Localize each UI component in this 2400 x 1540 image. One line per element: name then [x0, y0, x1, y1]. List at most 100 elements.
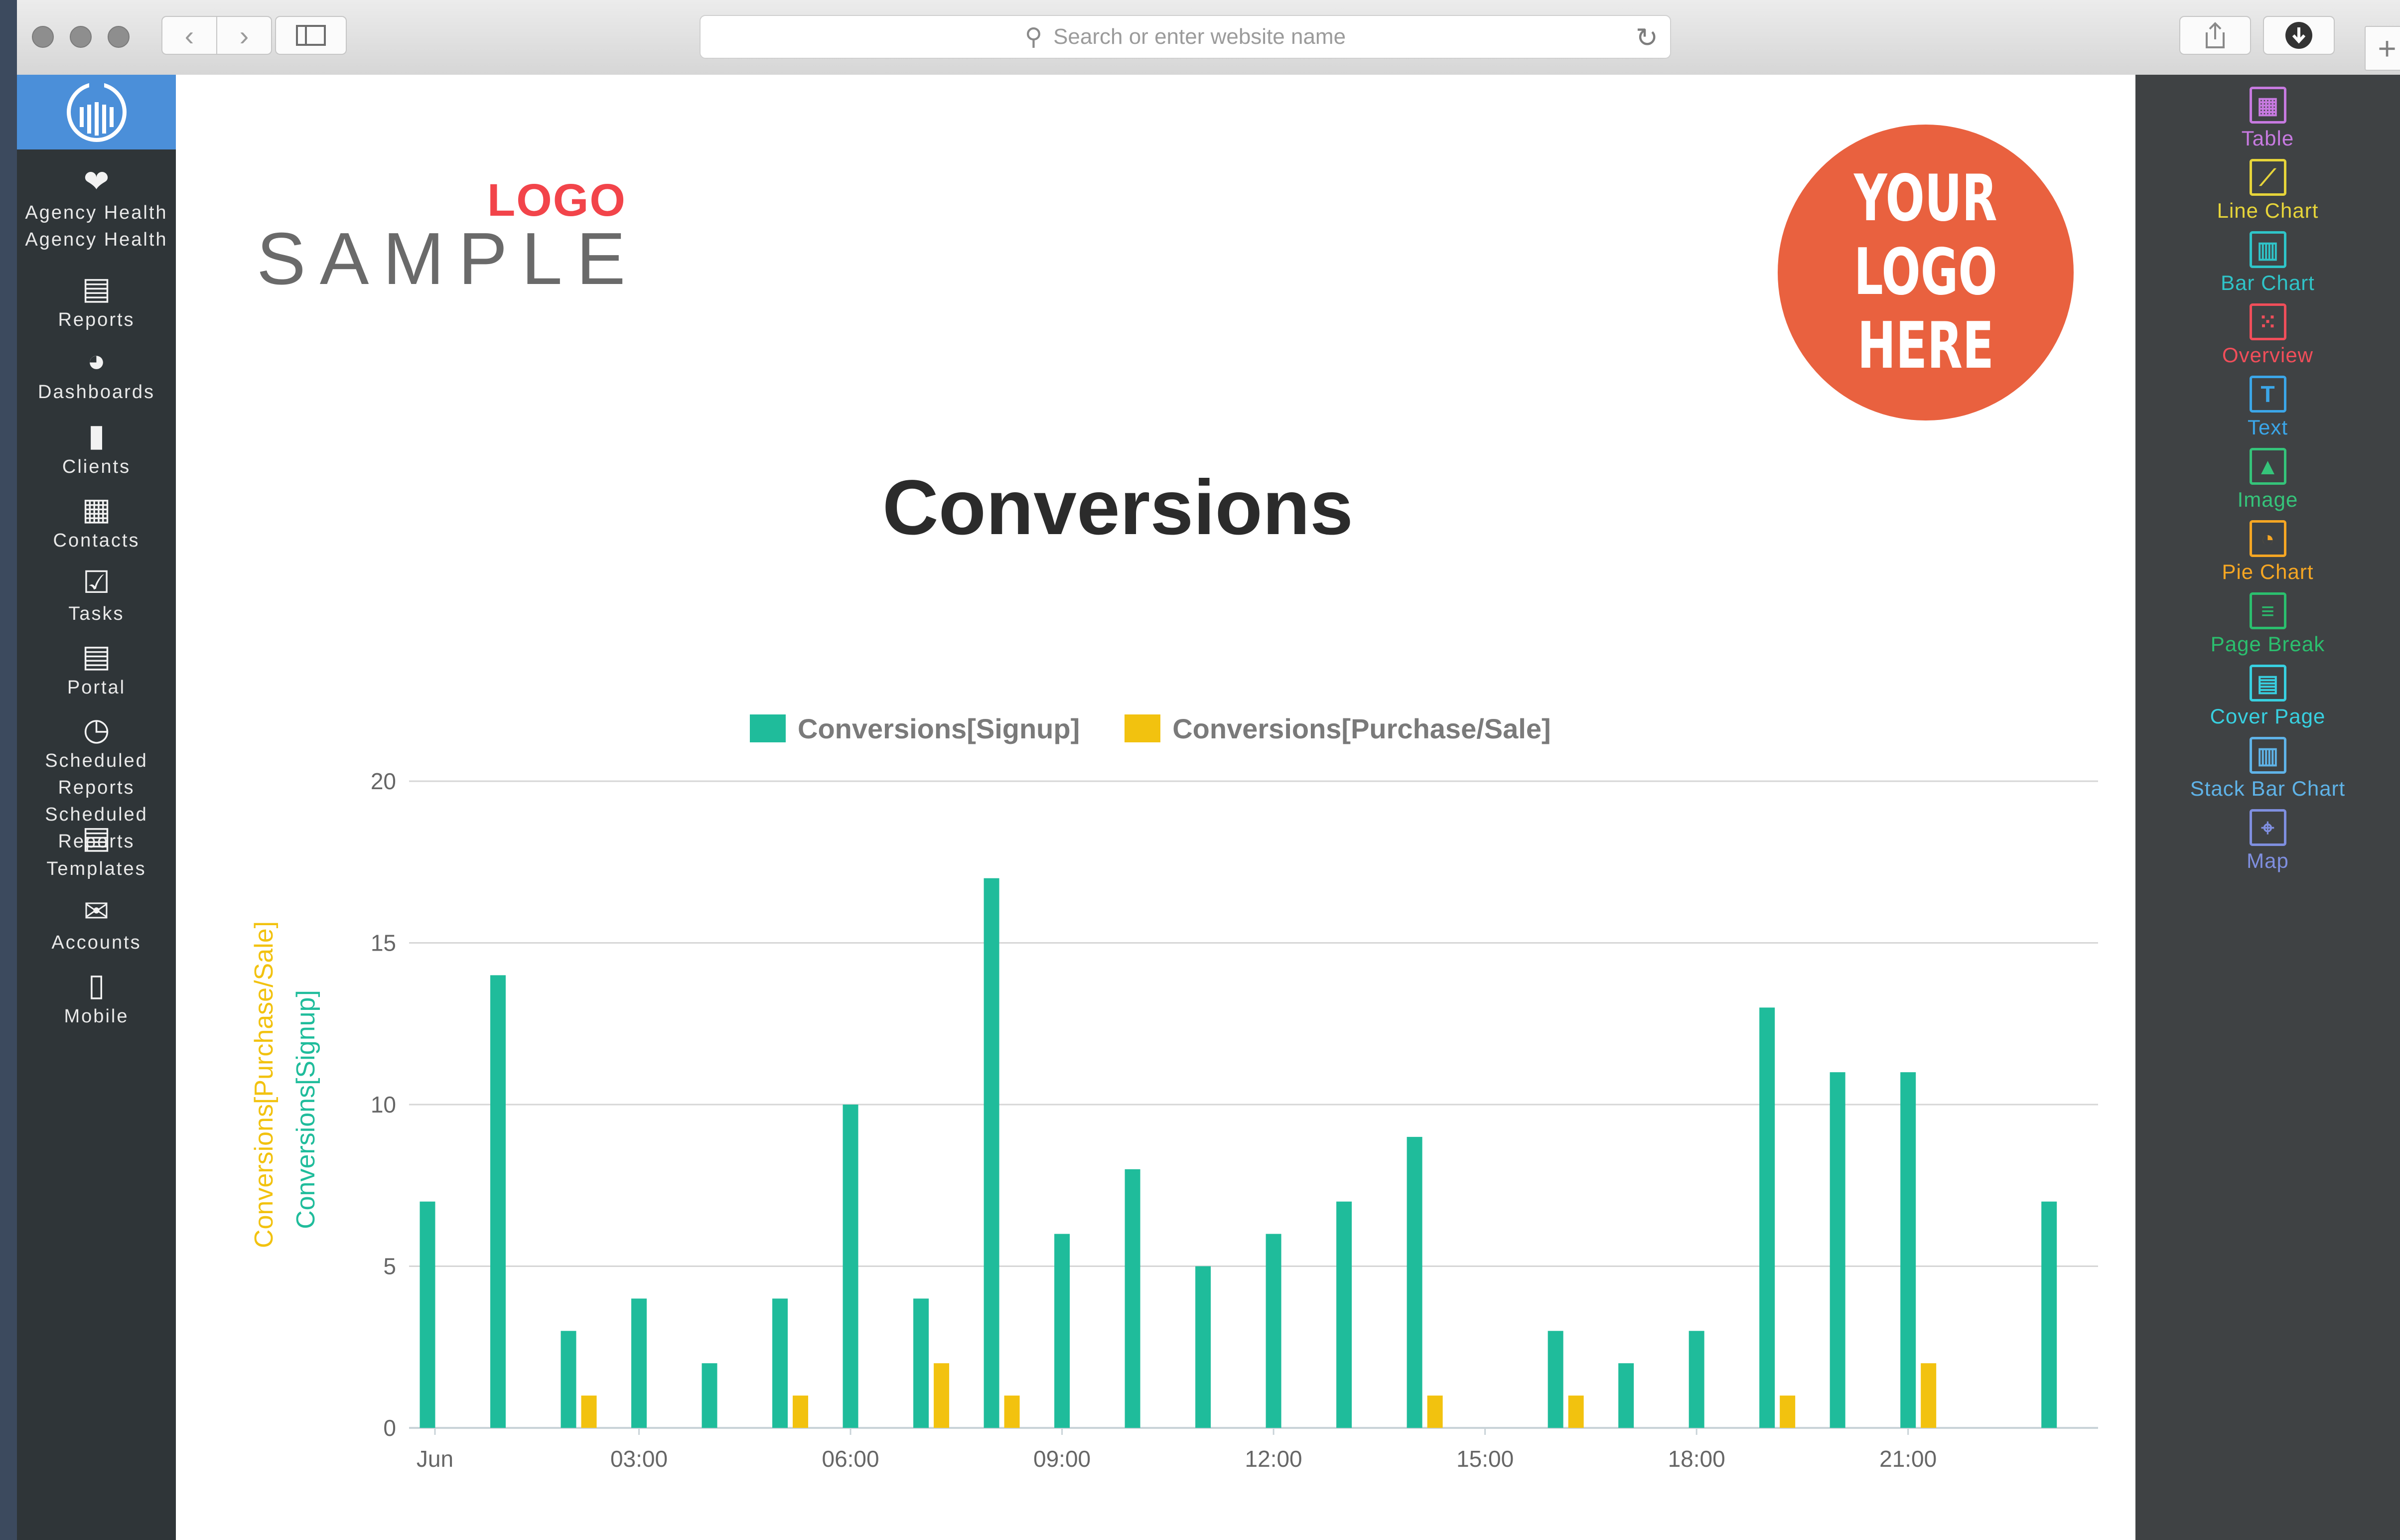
zoom-window-button[interactable]	[108, 26, 130, 48]
sidebar-item-portal[interactable]: ▤ Portal	[17, 639, 176, 701]
conversions-bar-chart: 0 5 10 15 20 Jun 03:00 06:00 09:00 12:00 15:00 18:0…	[250, 768, 2098, 1472]
sidebar-item-label: Portal	[67, 677, 126, 698]
y-axis-title-signup: Conversions[Signup]	[291, 990, 320, 1229]
bar-chart-icon: ▥	[2249, 231, 2286, 268]
y-tick-label: 15	[371, 930, 396, 956]
forward-button[interactable]: ›	[216, 16, 272, 55]
heart-icon: ❤	[83, 164, 110, 199]
y-tick-label: 10	[371, 1092, 396, 1118]
palette-item-line-chart[interactable]: ⟋ Line Chart	[2135, 159, 2400, 224]
palette-item-label: Stack Bar Chart	[2190, 777, 2346, 800]
close-window-button[interactable]	[32, 26, 54, 48]
sidebar-toggle-button[interactable]	[275, 16, 347, 55]
bar-signup	[1336, 1201, 1352, 1428]
palette-item-overview[interactable]: ⁙ Overview	[2135, 303, 2400, 368]
minimize-window-button[interactable]	[70, 26, 92, 48]
bar-purchase	[1427, 1396, 1443, 1428]
bar-purchase	[1921, 1363, 1937, 1428]
palette-item-bar-chart[interactable]: ▥ Bar Chart	[2135, 231, 2400, 296]
browser-toolbar: ‹ › ⚲ Search or enter website name ↻ +	[17, 0, 2400, 76]
bar-purchase	[934, 1363, 950, 1428]
address-placeholder: Search or enter website name	[1053, 24, 1346, 49]
bar-signup	[1759, 1007, 1775, 1428]
bar-signup	[702, 1363, 717, 1428]
table-icon: ▦	[2249, 87, 2286, 124]
palette-item-label: Overview	[2222, 343, 2314, 367]
checkbox-icon: ☑	[82, 565, 111, 600]
template-icon: ▤	[82, 821, 111, 855]
sidebar-item-templates[interactable]: ▤ Templates	[17, 821, 176, 882]
palette-item-pie-chart[interactable]: ◔ Pie Chart	[2135, 520, 2400, 585]
bar-purchase	[1780, 1396, 1796, 1428]
palette-item-label: Map	[2247, 849, 2289, 872]
x-tick-label: 09:00	[1033, 1446, 1091, 1472]
bar-signup	[913, 1298, 929, 1428]
sidebar-toggle-icon	[296, 25, 326, 46]
map-icon: ⌖	[2249, 809, 2286, 846]
palette-item-table[interactable]: ▦ Table	[2135, 87, 2400, 151]
y-tick-label: 20	[371, 768, 396, 794]
sidebar-item-label: Dashboards	[38, 382, 155, 403]
reload-icon[interactable]: ↻	[1636, 22, 1658, 53]
bar-purchase	[1568, 1396, 1584, 1428]
palette-item-page-break[interactable]: ≡ Page Break	[2135, 592, 2400, 657]
bar-signup	[1195, 1266, 1211, 1428]
sidebar-item-reports[interactable]: ▤ Reports	[17, 272, 176, 333]
search-icon: ⚲	[1024, 24, 1043, 50]
address-bar[interactable]: ⚲ Search or enter website name ↻	[700, 15, 1671, 59]
pie-chart-icon: ◔	[2249, 520, 2286, 557]
accounts-icon: ✉	[83, 894, 110, 929]
left-sidebar: ❤ Agency Health Agency Health ▤ Reports ◕ Dash…	[17, 75, 176, 1540]
downloads-button[interactable]	[2263, 16, 2335, 55]
chevron-right-icon: ›	[239, 19, 249, 51]
stack-bar-chart-icon: ▥	[2249, 737, 2286, 774]
overview-icon: ⁙	[2249, 303, 2286, 340]
bar-purchase	[1004, 1396, 1020, 1428]
report-page: LOGO SAMPLE YOUR LOGO HERE Conversions C…	[176, 75, 2135, 1540]
sidebar-item-label: Accounts	[51, 932, 141, 953]
bar-signup	[1054, 1234, 1070, 1428]
widget-palette: ▦ Table ⟋ Line Chart ▥ Bar Chart ⁙ Overview T Tex…	[2135, 75, 2400, 1540]
new-tab-button[interactable]: +	[2365, 26, 2400, 71]
mobile-icon: ▯	[88, 968, 105, 1002]
download-icon	[2285, 22, 2312, 49]
browser-window: ‹ › ⚲ Search or enter website name ↻ + ❤…	[17, 0, 2400, 1540]
pie-icon: ◕	[87, 344, 106, 378]
app-logo[interactable]	[17, 75, 176, 149]
palette-item-label: Text	[2247, 416, 2288, 439]
palette-item-label: Line Chart	[2217, 199, 2319, 222]
palette-item-label: Image	[2237, 488, 2298, 511]
briefcase-icon: ▮	[88, 419, 105, 453]
palette-item-map[interactable]: ⌖ Map	[2135, 809, 2400, 874]
sidebar-item-mobile[interactable]: ▯ Mobile	[17, 968, 176, 1030]
palette-item-cover-page[interactable]: ▤ Cover Page	[2135, 665, 2400, 729]
app-logo-icon	[66, 80, 127, 142]
plus-icon: +	[2378, 30, 2397, 66]
bar-purchase	[793, 1396, 809, 1428]
sidebar-item-clients[interactable]: ▮ Clients	[17, 419, 176, 480]
bar-signup	[561, 1331, 576, 1428]
palette-item-image[interactable]: ▲ Image	[2135, 448, 2400, 513]
sidebar-item-contacts[interactable]: ▦ Contacts	[17, 492, 176, 554]
share-icon	[2206, 22, 2225, 48]
sidebar-item-dashboards[interactable]: ◕ Dashboards	[17, 344, 176, 406]
bar-signup	[1618, 1363, 1634, 1428]
address-book-icon: ▦	[82, 492, 111, 527]
sidebar-item-agency-health[interactable]: ❤ Agency Health Agency Health	[17, 164, 176, 253]
palette-item-stack-bar-chart[interactable]: ▥ Stack Bar Chart	[2135, 737, 2400, 802]
back-button[interactable]: ‹	[161, 16, 217, 55]
x-tick-label: 18:00	[1668, 1446, 1725, 1472]
sidebar-item-accounts[interactable]: ✉ Accounts	[17, 894, 176, 956]
bar-signup	[420, 1201, 435, 1428]
bar-signup	[772, 1298, 788, 1428]
y-tick-label: 5	[383, 1254, 396, 1279]
share-button[interactable]	[2179, 16, 2251, 55]
sidebar-item-tasks[interactable]: ☑ Tasks	[17, 565, 176, 627]
bar-signup	[1830, 1072, 1845, 1428]
palette-item-text[interactable]: T Text	[2135, 376, 2400, 440]
sidebar-item-label: Tasks	[68, 603, 125, 624]
palette-item-label: Table	[2241, 127, 2294, 150]
y-axis-title-purchase: Conversions[Purchase/Sale]	[250, 921, 279, 1248]
bar-signup	[1900, 1072, 1916, 1428]
page-break-icon: ≡	[2249, 592, 2286, 629]
